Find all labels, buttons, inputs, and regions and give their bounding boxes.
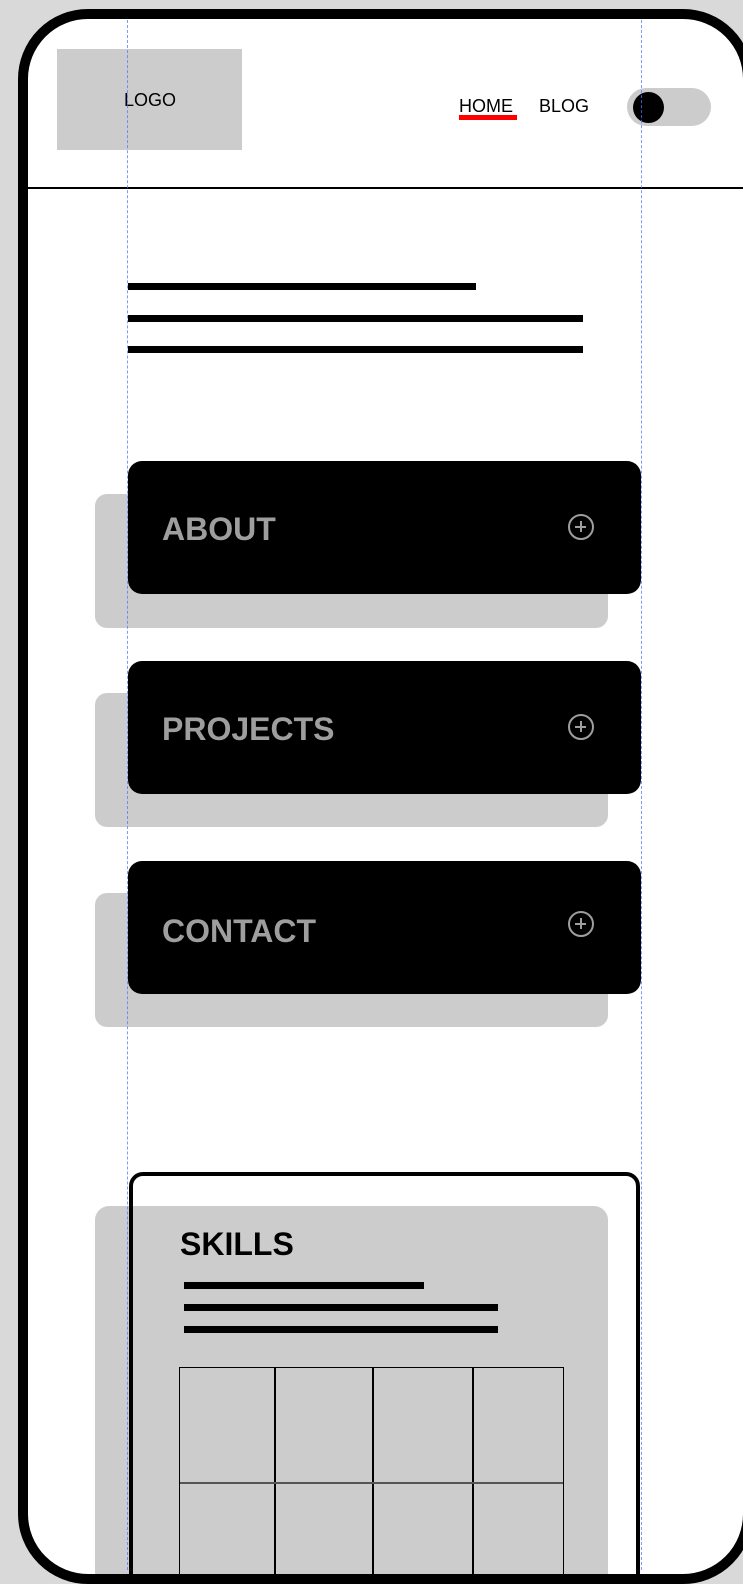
grid-column-divider bbox=[472, 1368, 474, 1574]
about-card-label: ABOUT bbox=[162, 511, 276, 547]
toggle-switch-icon bbox=[633, 92, 664, 123]
hero-text-line bbox=[128, 315, 583, 322]
layout-guide-left bbox=[127, 19, 128, 1570]
about-card[interactable]: ABOUT bbox=[128, 461, 641, 594]
projects-card-label: PROJECTS bbox=[162, 711, 335, 747]
skills-text-line bbox=[184, 1326, 498, 1333]
plus-circle-icon[interactable] bbox=[568, 514, 594, 540]
projects-card[interactable]: PROJECTS bbox=[128, 661, 641, 794]
theme-toggle[interactable] bbox=[627, 88, 711, 126]
contact-card-label: CONTACT bbox=[162, 913, 317, 949]
phone-frame: LOGO HOME BLOG ABOUT PROJECTS CONTACT SK… bbox=[18, 9, 743, 1584]
page-content: LOGO HOME BLOG ABOUT PROJECTS CONTACT SK… bbox=[28, 19, 743, 1574]
header-divider bbox=[28, 187, 743, 189]
nav-home-link[interactable]: HOME bbox=[459, 96, 513, 117]
grid-column-divider bbox=[274, 1368, 276, 1574]
layout-guide-right bbox=[641, 19, 642, 1570]
skills-title: SKILLS bbox=[180, 1226, 294, 1262]
skills-grid bbox=[179, 1367, 564, 1574]
plus-circle-icon[interactable] bbox=[568, 911, 594, 937]
skills-text-line bbox=[184, 1304, 498, 1311]
contact-card[interactable]: CONTACT bbox=[128, 861, 641, 994]
plus-circle-icon[interactable] bbox=[568, 714, 594, 740]
skills-text-line bbox=[184, 1282, 424, 1289]
nav-blog-link[interactable]: BLOG bbox=[539, 96, 589, 117]
nav-active-underline bbox=[459, 115, 517, 120]
logo-text: LOGO bbox=[124, 90, 177, 110]
grid-row-divider bbox=[180, 1482, 563, 1484]
hero-text-line bbox=[128, 346, 583, 353]
hero-text-line bbox=[128, 283, 476, 290]
grid-column-divider bbox=[372, 1368, 374, 1574]
